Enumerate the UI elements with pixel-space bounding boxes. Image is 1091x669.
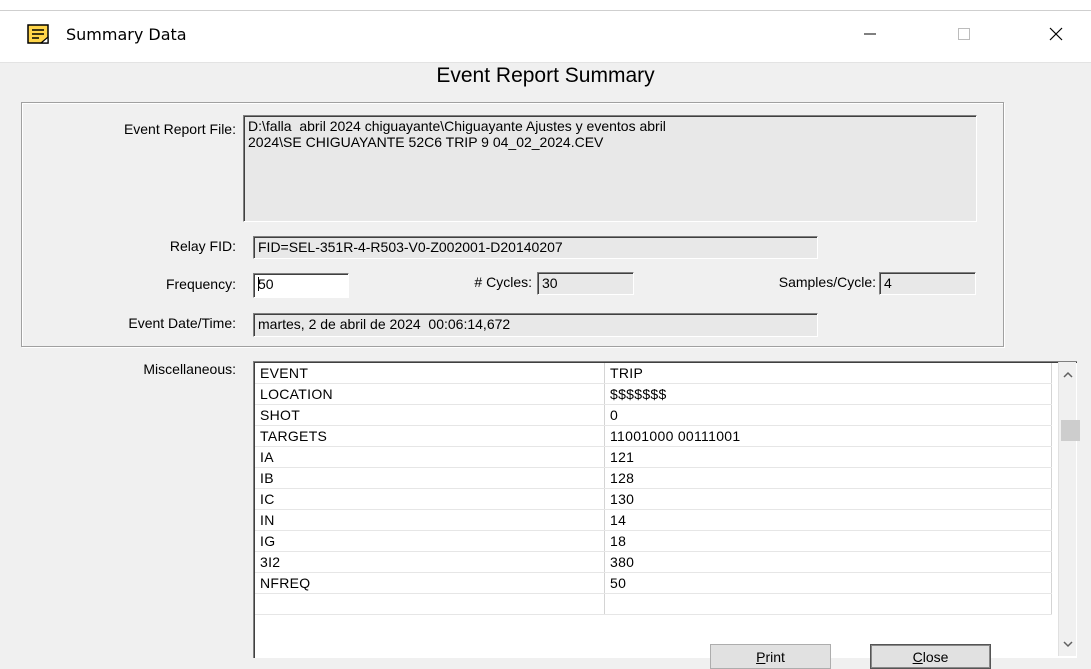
parameter-value-cell [604,593,1052,615]
scroll-down-button[interactable] [1059,635,1076,652]
table-row[interactable]: IN 14 [255,509,1052,531]
frequency-label: Frequency: [165,276,236,292]
report-heading: Event Report Summary [436,64,655,87]
table-row[interactable]: NFREQ 50 [255,572,1052,594]
scroll-thumb[interactable] [1061,420,1080,441]
close-button[interactable]: Close [870,644,991,669]
parameter-value-cell: 11001000 00111001 [604,425,1052,447]
close-mnemonic: C [912,648,923,665]
miscellaneous-list[interactable]: EVENT TRIP LOCATION $$$$$$$ SHOT 0 TARGETS 1100… [253,361,1077,658]
close-icon [1049,27,1063,41]
parameter-value-cell: 50 [604,572,1052,594]
parameter-name-cell: IN [255,509,605,531]
maximize-button[interactable] [934,14,994,54]
event-report-file-field[interactable]: D:\falla abril 2024 chiguayante\Chiguaya… [243,115,977,222]
miscellaneous-table: EVENT TRIP LOCATION $$$$$$$ SHOT 0 TARGETS 1100… [255,363,1052,615]
samples-cycle-field[interactable]: 4 [879,272,976,295]
table-row[interactable]: IA 121 [255,446,1052,468]
miscellaneous-scrollbar[interactable] [1058,362,1080,656]
parameter-name-cell: IG [255,530,605,552]
parameter-name-cell [255,593,605,615]
parameter-value-cell: 0 [604,404,1052,426]
maximize-icon [958,28,970,40]
table-row[interactable]: EVENT TRIP [255,363,1052,384]
parameter-value-cell: 14 [604,509,1052,531]
minimize-button[interactable] [840,14,900,54]
table-row[interactable] [255,593,1052,615]
chevron-up-icon [1062,371,1073,378]
minimize-icon [864,33,876,35]
parameter-value-cell: TRIP [604,363,1052,384]
table-row[interactable]: IB 128 [255,467,1052,489]
cycles-label: # Cycles: [474,274,532,290]
parameter-name-cell: IC [255,488,605,510]
event-datetime-field[interactable]: martes, 2 de abril de 2024 00:06:14,672 [253,313,818,337]
table-row[interactable]: IG 18 [255,530,1052,552]
chevron-down-icon [1062,640,1073,647]
parameter-value-cell: 121 [604,446,1052,468]
scroll-up-button[interactable] [1059,366,1076,383]
print-label: rint [765,648,785,665]
window-title: Summary Data [66,25,187,44]
title-bar[interactable]: Summary Data [0,0,1091,63]
parameter-name-cell: SHOT [255,404,605,426]
frequency-input[interactable]: 50 [253,273,349,298]
relay-fid-label: Relay FID: [169,238,236,254]
parameter-value-cell: 130 [604,488,1052,510]
frequency-value: 50 [258,276,274,292]
parameter-name-cell: LOCATION [255,383,605,405]
miscellaneous-label: Miscellaneous: [143,361,236,377]
parameter-value-cell: 380 [604,551,1052,573]
note-icon [27,24,49,44]
table-row[interactable]: SHOT 0 [255,404,1052,426]
cycles-field[interactable]: 30 [537,272,634,295]
parameter-value-cell: $$$$$$$ [604,383,1052,405]
print-mnemonic: P [756,648,766,665]
parameter-name-cell: NFREQ [255,572,605,594]
event-datetime-label: Event Date/Time: [128,315,236,331]
table-row[interactable]: 3I2 380 [255,551,1052,573]
close-window-button[interactable] [1026,14,1086,54]
parameter-name-cell: IB [255,467,605,489]
table-row[interactable]: LOCATION $$$$$$$ [255,383,1052,405]
parameter-name-cell: TARGETS [255,425,605,447]
parameter-name-cell: 3I2 [255,551,605,573]
parameter-name-cell: EVENT [255,363,605,384]
parameter-name-cell: IA [255,446,605,468]
samples-cycle-label: Samples/Cycle: [778,274,876,290]
print-button[interactable]: Print [710,644,831,669]
close-label: lose [922,648,949,665]
relay-fid-field[interactable]: FID=SEL-351R-4-R503-V0-Z002001-D20140207 [253,236,818,259]
event-report-file-label: Event Report File: [123,121,236,137]
parameter-value-cell: 128 [604,467,1052,489]
table-row[interactable]: TARGETS 11001000 00111001 [255,425,1052,447]
parameter-value-cell: 18 [604,530,1052,552]
table-row[interactable]: IC 130 [255,488,1052,510]
background-window-strip [0,0,1091,11]
